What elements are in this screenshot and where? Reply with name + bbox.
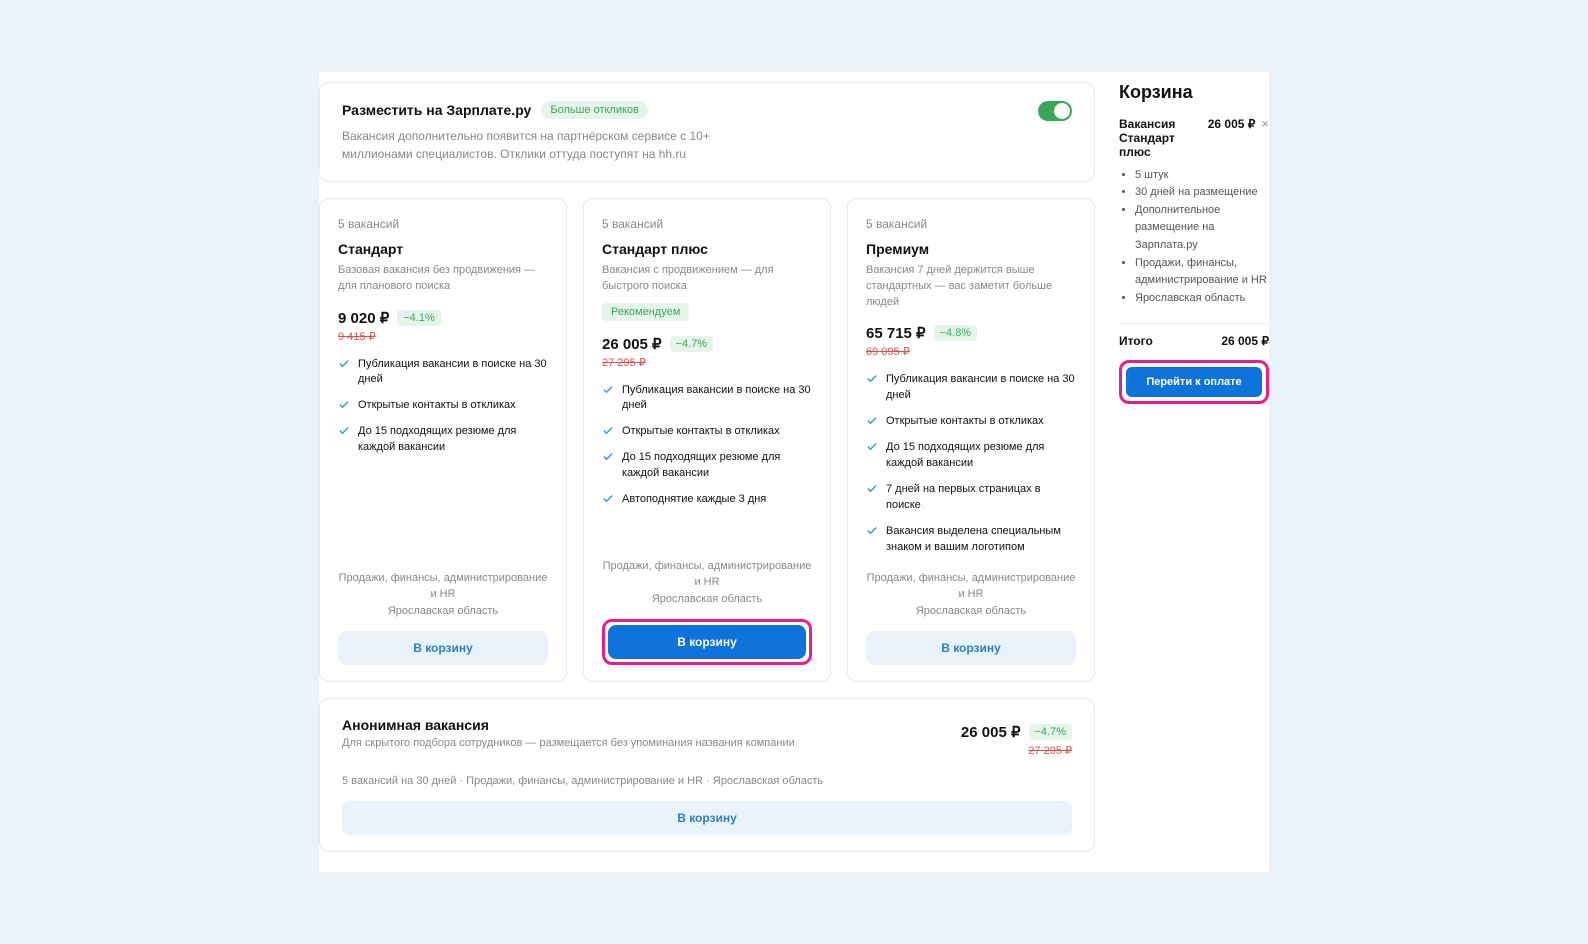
plan-card: 5 вакансий Премиум Вакансия 7 дней держитс… (847, 198, 1095, 683)
main-column: Разместить на Зарплате.ру Больше отклико… (319, 82, 1095, 873)
promo-title: Разместить на Зарплате.ру (342, 102, 531, 118)
cart-item-name: Вакансия Стандарт плюс (1119, 117, 1202, 159)
pay-button[interactable]: Перейти к оплате (1126, 367, 1262, 397)
plan-meta: Продажи, финансы, администрирование и HR… (866, 570, 1076, 620)
promo-desc: Вакансия дополнительно появится на партн… (342, 127, 782, 163)
plan-feature: Открытые контакты в откликах (866, 414, 1076, 430)
plan-feature: 7 дней на первых страницах в поиске (866, 482, 1076, 514)
anon-meta: 5 вакансий на 30 дней · Продажи, финансы… (342, 775, 1072, 787)
plan-feature: Публикация вакансии в поиске на 30 дней (338, 357, 548, 389)
cart-total-label: Итого (1119, 334, 1153, 348)
anon-box: Анонимная вакансия Для скрытого подбора … (319, 698, 1095, 852)
plan-feature: Публикация вакансии в поиске на 30 дней (866, 372, 1076, 404)
plan-discount: −4.7% (670, 336, 714, 352)
plan-old-price: 27 295 ₽ (602, 356, 812, 369)
anon-old-price: 27 295 ₽ (961, 744, 1072, 757)
plan-features: Публикация вакансии в поиске на 30 дней О… (602, 383, 812, 509)
cart-detail-item: Продажи, финансы, администрирование и HR (1135, 255, 1269, 290)
anon-desc: Для скрытого подбора сотрудников — разме… (342, 737, 795, 749)
plan-discount: −4.8% (934, 325, 978, 341)
cart-detail-item: Дополнительное размещение на Зарплата.ру (1135, 202, 1269, 255)
promo-toggle[interactable] (1038, 101, 1072, 121)
cart-title: Корзина (1119, 82, 1269, 103)
anon-add-button[interactable]: В корзину (342, 801, 1072, 835)
plan-meta: Продажи, финансы, администрирование и HR… (602, 558, 812, 608)
plan-features: Публикация вакансии в поиске на 30 дней О… (338, 357, 548, 457)
plan-name: Стандарт плюс (602, 241, 812, 257)
plan-desc: Базовая вакансия без продвижения — для п… (338, 263, 548, 295)
plan-desc: Вакансия с продвижением — для быстрого п… (602, 263, 812, 295)
promo-box: Разместить на Зарплате.ру Больше отклико… (319, 82, 1095, 182)
plan-old-price: 9 415 ₽ (338, 330, 548, 343)
plan-add-button[interactable]: В корзину (866, 631, 1076, 665)
plan-feature: До 15 подходящих резюме для каждой вакан… (602, 450, 812, 482)
plan-reco-badge: Рекомендуем (602, 303, 689, 321)
plan-button-highlight: В корзину (602, 619, 812, 665)
anon-title: Анонимная вакансия (342, 717, 795, 733)
cart-item-price: 26 005 ₽ (1208, 117, 1256, 131)
plan-features: Публикация вакансии в поиске на 30 дней О… (866, 372, 1076, 555)
plan-feature: До 15 подходящих резюме для каждой вакан… (338, 424, 548, 456)
plan-meta: Продажи, финансы, администрирование и HR… (338, 570, 548, 620)
plan-feature: Автоподнятие каждые 3 дня (602, 492, 812, 508)
cart-total-value: 26 005 ₽ (1221, 334, 1269, 348)
plans-row: 5 вакансий Стандарт Базовая вакансия без п… (319, 198, 1095, 683)
plan-feature: Открытые контакты в откликах (602, 424, 812, 440)
cart-details-list: 5 штук30 дней на размещениеДополнительно… (1119, 167, 1269, 308)
plan-card: 5 вакансий Стандарт Базовая вакансия без п… (319, 198, 567, 683)
cart-detail-item: Ярославская область (1135, 290, 1269, 308)
plan-add-button[interactable]: В корзину (338, 631, 548, 665)
anon-price: 26 005 ₽ (961, 723, 1021, 741)
plan-name: Стандарт (338, 241, 548, 257)
plan-card: 5 вакансий Стандарт плюс Вакансия с продви… (583, 198, 831, 683)
cart-sidebar: Корзина Вакансия Стандарт плюс 26 005 ₽ … (1119, 82, 1269, 873)
plan-count: 5 вакансий (866, 217, 1076, 231)
plan-feature: Вакансия выделена специальным знаком и в… (866, 524, 1076, 556)
anon-discount: −4.7% (1029, 724, 1073, 740)
pay-button-highlight: Перейти к оплате (1119, 360, 1269, 404)
plan-count: 5 вакансий (602, 217, 812, 231)
plan-feature: Открытые контакты в откликах (338, 398, 548, 414)
plan-feature: Публикация вакансии в поиске на 30 дней (602, 383, 812, 415)
plan-count: 5 вакансий (338, 217, 548, 231)
plan-price: 65 715 ₽ (866, 324, 926, 342)
plan-price: 26 005 ₽ (602, 335, 662, 353)
plan-name: Премиум (866, 241, 1076, 257)
cart-detail-item: 30 дней на размещение (1135, 184, 1269, 202)
promo-badge: Больше откликов (541, 101, 648, 119)
plan-feature: До 15 подходящих резюме для каждой вакан… (866, 440, 1076, 472)
plan-old-price: 69 095 ₽ (866, 345, 1076, 358)
plan-discount: −4.1% (397, 310, 441, 326)
cart-detail-item: 5 штук (1135, 167, 1269, 185)
plan-desc: Вакансия 7 дней держится выше стандартны… (866, 263, 1076, 311)
cart-remove-icon[interactable]: × (1261, 117, 1269, 130)
plan-price: 9 020 ₽ (338, 309, 389, 327)
plan-add-button[interactable]: В корзину (608, 625, 806, 659)
